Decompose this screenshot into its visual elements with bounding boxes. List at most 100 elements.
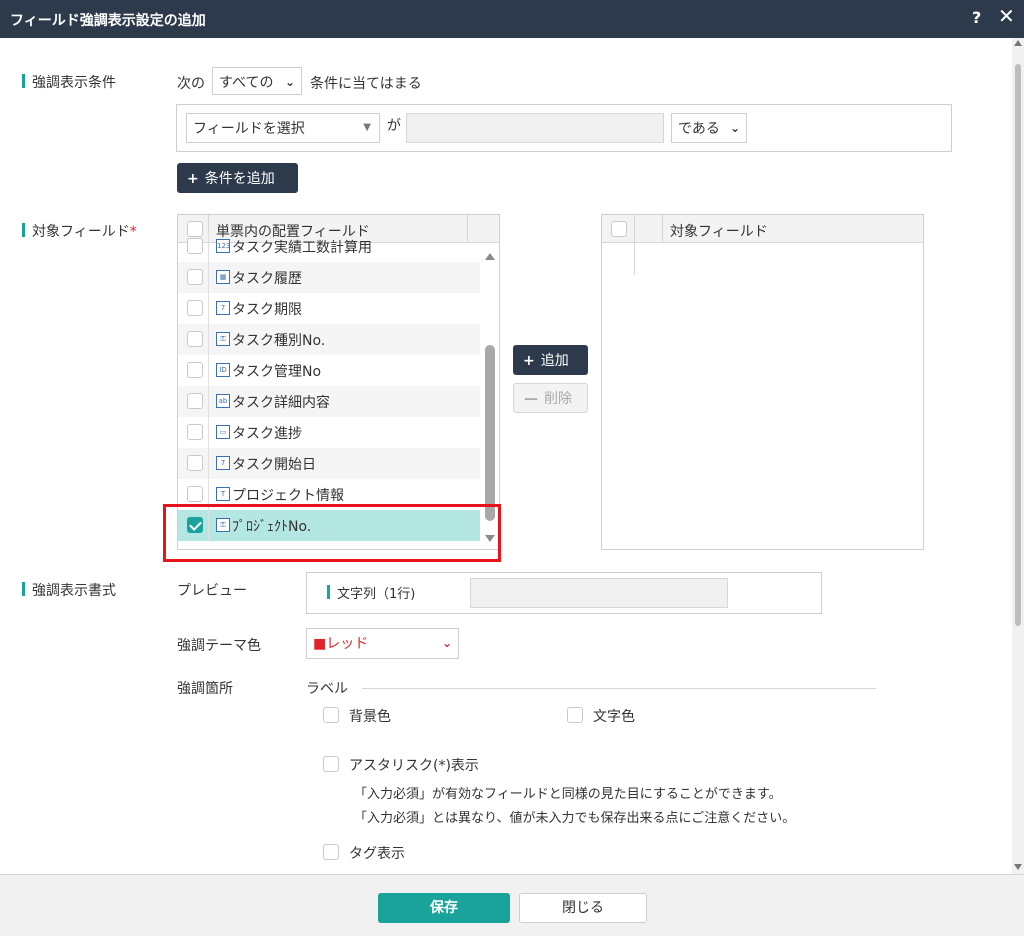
source-field-list: 単票内の配置フィールド 123 タスク実績工数計算用 ▦ タスク履歴 7 タスク期限 ⚿ タス… [177,214,500,550]
row-divider [208,479,209,510]
add-field-button[interactable]: + 追加 [513,345,588,375]
list-item[interactable]: T プロジェクト情報 [178,479,480,510]
list-item[interactable]: 7 タスク開始日 [178,448,480,479]
dialog-scrollbar[interactable] [1012,38,1024,874]
chevron-down-icon: ⌄ [284,75,295,89]
bg-color-checkbox[interactable] [323,707,339,723]
condition-prefix: 次の [177,76,205,92]
theme-color-label: 強調テーマ色 [177,638,261,654]
chevron-down-icon: ⌄ [441,636,452,650]
format-section-label: 強調表示書式 [22,580,116,600]
chevron-down-icon: ⌄ [729,121,740,135]
condition-suffix: 条件に当てはまる [310,76,422,92]
list-item[interactable]: ▭ タスク進捗 [178,417,480,448]
item-checkbox[interactable] [187,269,203,285]
list-item-label: タスク開始日 [232,457,316,473]
help-icon[interactable]: ? [972,8,981,27]
row-divider [208,448,209,479]
list-item-label: タスク期限 [232,302,302,318]
tag-checkbox[interactable] [323,844,339,860]
row-divider [208,231,209,262]
list-item[interactable]: ID タスク管理No [178,355,480,386]
list-item-label: プロジェクト情報 [232,488,344,504]
list-item[interactable]: ⚿ ﾌﾟﾛｼﾞｪｸﾄNo. [178,510,480,541]
text-color-label: 文字色 [593,709,635,725]
lookup-key-icon: ⚿ [216,518,230,532]
dialog-body: 強調表示条件 次の すべての ⌄ 条件に当てはまる フィールドを選択 ▼ が で… [0,38,1012,874]
dialog-scroll-thumb[interactable] [1015,64,1021,626]
operator-select-value: である [678,121,720,137]
scroll-up-icon[interactable] [1014,40,1022,46]
close-icon[interactable]: ✕ [998,6,1015,26]
match-select[interactable]: すべての ⌄ [212,67,302,95]
triangle-down-icon: ▼ [363,122,371,133]
table-icon: ▦ [216,270,230,284]
item-checkbox[interactable] [187,486,203,502]
list-item-label: タスク詳細内容 [232,395,330,411]
operator-select[interactable]: である ⌄ [671,113,747,143]
scroll-down-icon[interactable] [1014,864,1022,870]
plus-icon: + [523,353,535,369]
list-item-label: タスク実績工数計算用 [232,240,372,256]
row-divider [208,293,209,324]
header-divider [634,215,635,275]
row-divider [208,355,209,386]
text-color-checkbox[interactable] [567,707,583,723]
list-item-label: タスク種別No. [232,333,326,349]
dialog-titlebar: フィールド強調表示設定の追加 ? ✕ [0,0,1024,38]
save-button[interactable]: 保存 [378,893,510,923]
list-item[interactable]: ▦ タスク履歴 [178,262,480,293]
list-item-label: タスク進捗 [232,426,302,442]
calc-icon: 123 [216,239,230,253]
preview-label: プレビュー [177,583,247,599]
list-item-label: ﾌﾟﾛｼﾞｪｸﾄNo. [232,519,312,535]
lookup-key-icon: ⚿ [216,332,230,346]
list-item[interactable]: ab タスク詳細内容 [178,386,480,417]
add-field-label: 追加 [540,353,569,369]
target-select-all-checkbox[interactable] [611,221,627,237]
list-scroll-thumb[interactable] [485,345,495,521]
target-list-header: 対象フィールド [602,215,923,275]
theme-color-select[interactable]: ■レッド ⌄ [306,628,459,659]
condition-value-input[interactable] [406,113,664,143]
item-checkbox[interactable] [187,238,203,254]
scroll-down-icon[interactable] [485,535,495,542]
group-divider [362,688,876,689]
target-field-list: 対象フィールド [601,214,924,550]
field-select[interactable]: フィールドを選択 ▼ [186,113,380,143]
item-checkbox[interactable] [187,331,203,347]
list-item[interactable]: ⚿ タスク種別No. [178,324,480,355]
item-checkbox[interactable] [187,517,203,533]
target-section-label: 対象フィールド* [22,221,137,241]
item-checkbox[interactable] [187,393,203,409]
asterisk-checkbox[interactable] [323,756,339,772]
row-divider [208,510,209,541]
condition-section-label: 強調表示条件 [22,72,116,92]
header-divider [662,215,663,243]
remove-field-button[interactable]: — 削除 [513,383,588,413]
match-select-value: すべての [219,75,274,91]
add-condition-button[interactable]: + 条件を追加 [177,163,298,193]
text-icon: T [216,487,230,501]
required-mark: * [129,224,137,240]
row-divider [208,386,209,417]
row-divider [208,417,209,448]
progress-icon: ▭ [216,425,230,439]
target-list-title: 対象フィールド [670,224,768,240]
calendar-icon: 7 [216,301,230,315]
list-scrollbar[interactable] [480,243,499,549]
item-checkbox[interactable] [187,300,203,316]
item-checkbox[interactable] [187,424,203,440]
list-item[interactable]: 123 タスク実績工数計算用 [178,231,480,262]
scroll-up-icon[interactable] [485,253,495,260]
list-item-label: タスク履歴 [232,271,302,287]
preview-field-label: 文字列（1行) [327,583,415,602]
close-button[interactable]: 閉じる [519,893,647,923]
id-icon: ID [216,363,230,377]
field-select-value: フィールドを選択 [193,121,305,137]
preview-box: 文字列（1行) [306,572,822,614]
remove-field-label: 削除 [544,391,572,407]
item-checkbox[interactable] [187,455,203,471]
item-checkbox[interactable] [187,362,203,378]
list-item[interactable]: 7 タスク期限 [178,293,480,324]
